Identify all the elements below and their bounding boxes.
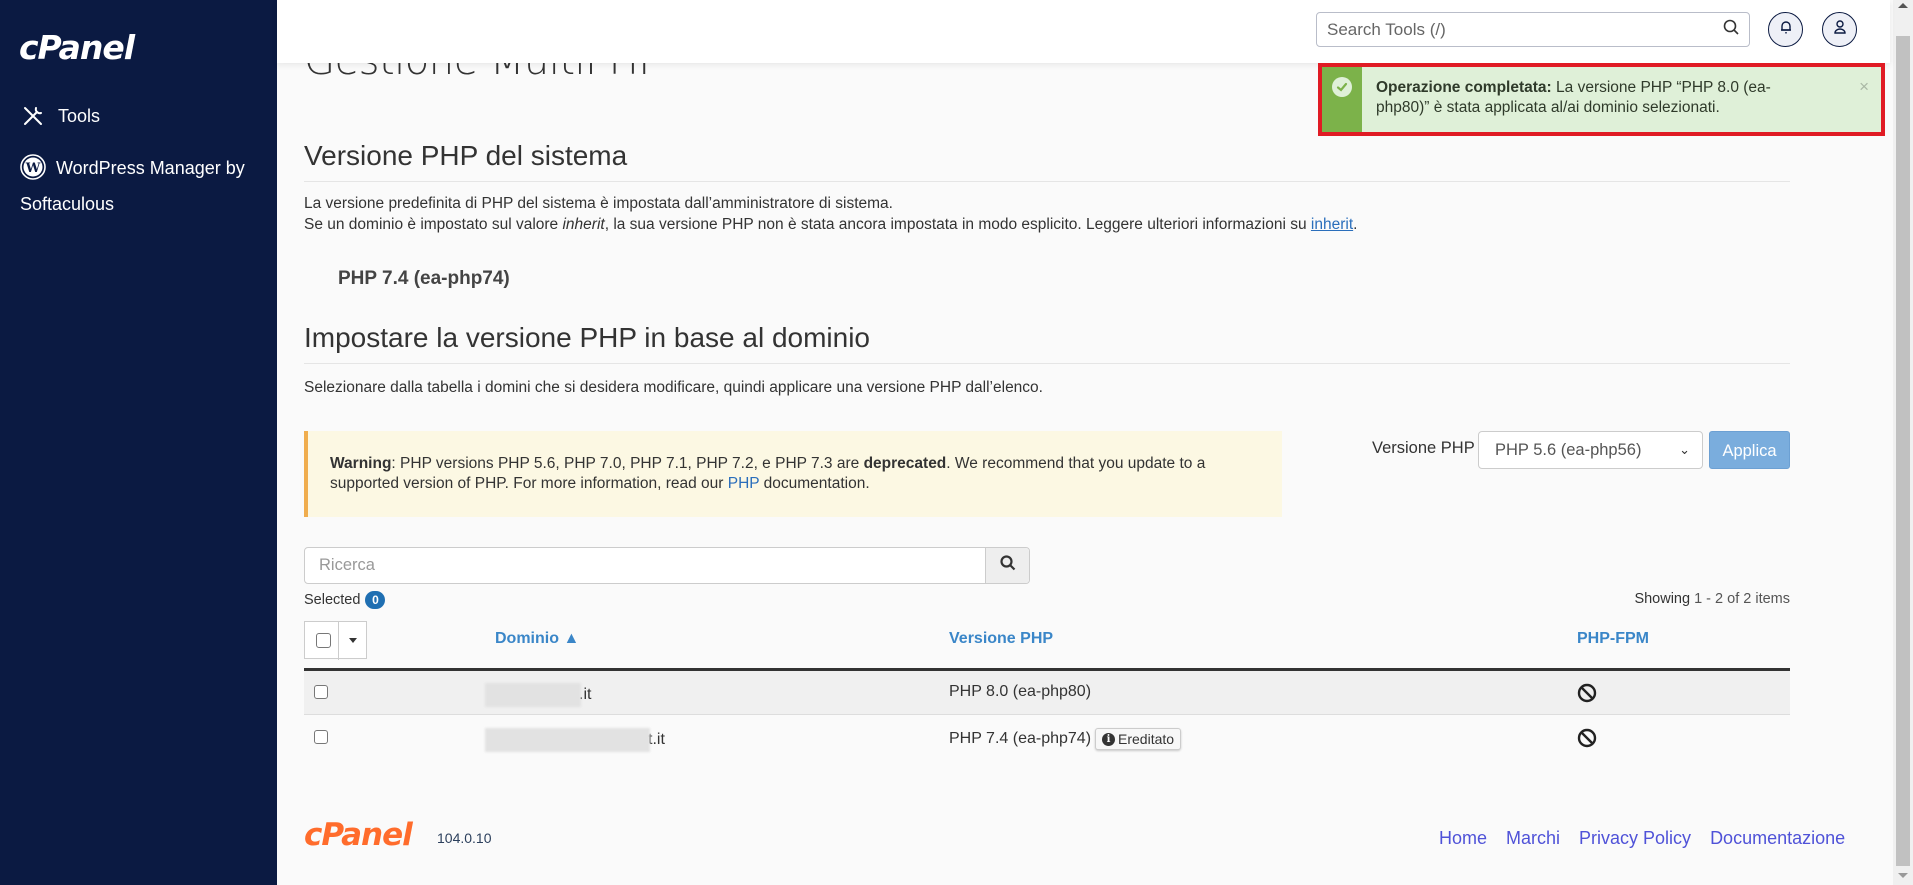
page-scrollbar[interactable] (1893, 0, 1913, 885)
php-version-select[interactable]: PHP 5.6 (ea-php56) ⌄ (1478, 431, 1703, 469)
user-menu-button[interactable] (1822, 12, 1857, 47)
php-version-selected: PHP 5.6 (ea-php56) (1495, 441, 1642, 459)
scroll-down-arrow-icon[interactable] (1898, 873, 1908, 878)
deprecated-text: deprecated (863, 455, 947, 472)
info-icon: i (1102, 732, 1116, 746)
tools-icon (20, 98, 46, 134)
cpanel-logo[interactable]: cPanel (19, 28, 135, 67)
inherit-link[interactable]: inherit (1311, 216, 1353, 233)
warning-label: Warning (330, 455, 392, 472)
inherited-label: Ereditato (1118, 731, 1175, 747)
text: , la sua versione PHP non è stata ancora… (604, 216, 1311, 233)
scroll-up-arrow-icon[interactable] (1898, 3, 1908, 8)
caret-down-icon[interactable] (349, 638, 357, 643)
php-version-label: Versione PHP (1372, 439, 1475, 457)
system-php-version: PHP 7.4 (ea-php74) (338, 268, 510, 289)
text: . (1353, 216, 1358, 233)
redacted-text (485, 728, 650, 752)
search-icon[interactable] (1723, 19, 1739, 40)
search-icon (999, 555, 1016, 576)
disabled-icon (1577, 683, 1597, 708)
sidebar-item-label: WordPress Manager by Softaculous (20, 158, 245, 214)
scrollbar-thumb[interactable] (1896, 36, 1910, 866)
selected-label: Selected (304, 592, 361, 608)
search-tools-box[interactable] (1316, 12, 1750, 47)
wordpress-icon: W (20, 149, 46, 185)
svg-text:W: W (25, 161, 41, 176)
text: Se un dominio è impostato sul valore (304, 216, 563, 233)
showing-label: Showing (1634, 591, 1691, 607)
topbar (277, 0, 1890, 63)
divider (304, 181, 1790, 182)
table-row: .it PHP 8.0 (ea-php80) (304, 671, 1790, 715)
row-checkbox[interactable] (314, 730, 328, 744)
toast-message: Operazione completata: La versione PHP “… (1362, 67, 1832, 132)
divider (304, 363, 1790, 364)
toast-title: Operazione completata: (1376, 79, 1552, 96)
bulk-select (304, 621, 367, 660)
success-toast-highlight: Operazione completata: La versione PHP “… (1318, 63, 1885, 136)
php-docs-link[interactable]: PHP (728, 475, 760, 492)
selected-badge: 0 (365, 591, 386, 609)
apply-button[interactable]: Applica (1709, 431, 1790, 469)
column-header-php-fpm[interactable]: PHP-FPM (1577, 630, 1649, 648)
system-php-heading: Versione PHP del sistema (304, 140, 628, 171)
sidebar: cPanel Tools W WordPress Manager by Soft… (0, 0, 277, 885)
pagination-info: Showing 1 - 2 of 2 items (1634, 591, 1790, 607)
footer-link-trademarks[interactable]: Marchi (1506, 828, 1560, 849)
inherited-badge[interactable]: i Ereditato (1095, 728, 1182, 750)
footer-link-home[interactable]: Home (1439, 828, 1487, 849)
sidebar-item-tools[interactable]: Tools (20, 98, 100, 134)
chevron-down-icon: ⌄ (1679, 442, 1690, 457)
close-icon[interactable]: × (1859, 77, 1869, 97)
text: : PHP versions PHP 5.6, PHP 7.0, PHP 7.1… (391, 455, 864, 472)
sidebar-item-label: Tools (58, 106, 101, 126)
check-circle-icon (1332, 77, 1352, 97)
php-version-value: PHP 7.4 (ea-php74) (949, 730, 1092, 748)
redacted-text (485, 683, 581, 707)
domain-search-input[interactable] (319, 548, 959, 583)
column-header-domain[interactable]: Dominio ▲ (495, 630, 579, 648)
php-version-cell: PHP 8.0 (ea-php80) (949, 683, 1092, 700)
deprecation-warning: Warning: PHP versions PHP 5.6, PHP 7.0, … (304, 431, 1282, 517)
notifications-button[interactable] (1768, 12, 1803, 47)
domain-search-button[interactable] (985, 548, 1029, 583)
bell-icon (1778, 19, 1794, 40)
system-php-description: La versione predefinita di PHP del siste… (304, 195, 893, 212)
footer-link-documentation[interactable]: Documentazione (1710, 828, 1845, 849)
column-header-php-version[interactable]: Versione PHP (949, 630, 1053, 648)
search-tools-input[interactable] (1327, 19, 1723, 40)
domain-php-description: Selezionare dalla tabella i domini che s… (304, 379, 1043, 396)
cpanel-version: 104.0.10 (437, 830, 492, 846)
domain-php-heading: Impostare la versione PHP in base al dom… (304, 322, 871, 353)
showing-range: 1 - 2 of 2 items (1694, 591, 1790, 607)
footer-links: Home Marchi Privacy Policy Documentazion… (1439, 828, 1845, 849)
domain-search-box[interactable] (304, 547, 1030, 584)
table-row: t.it PHP 7.4 (ea-php74) i Ereditato (304, 716, 1790, 760)
text: documentation. (759, 475, 870, 492)
inherit-description: Se un dominio è impostato sul valore inh… (304, 216, 1357, 234)
inherit-term: inherit (562, 216, 605, 233)
footer-link-privacy-policy[interactable]: Privacy Policy (1579, 828, 1691, 849)
footer-cpanel-logo[interactable]: cPanel (304, 817, 413, 853)
domain-cell: .it (485, 683, 591, 707)
success-toast: Operazione completata: La versione PHP “… (1322, 67, 1881, 132)
sidebar-item-wordpress-manager[interactable]: W WordPress Manager by Softaculous (20, 150, 270, 222)
select-all-checkbox[interactable] (316, 633, 331, 648)
row-checkbox[interactable] (314, 685, 328, 699)
toast-accent-bar (1322, 67, 1362, 132)
php-version-cell: PHP 7.4 (ea-php74) i Ereditato (949, 728, 1182, 750)
selected-count: Selected 0 (304, 591, 386, 609)
domain-cell: t.it (485, 728, 665, 752)
domain-suffix: t.it (648, 731, 665, 749)
disabled-icon (1577, 728, 1597, 753)
user-icon (1832, 19, 1848, 40)
divider (338, 622, 339, 660)
